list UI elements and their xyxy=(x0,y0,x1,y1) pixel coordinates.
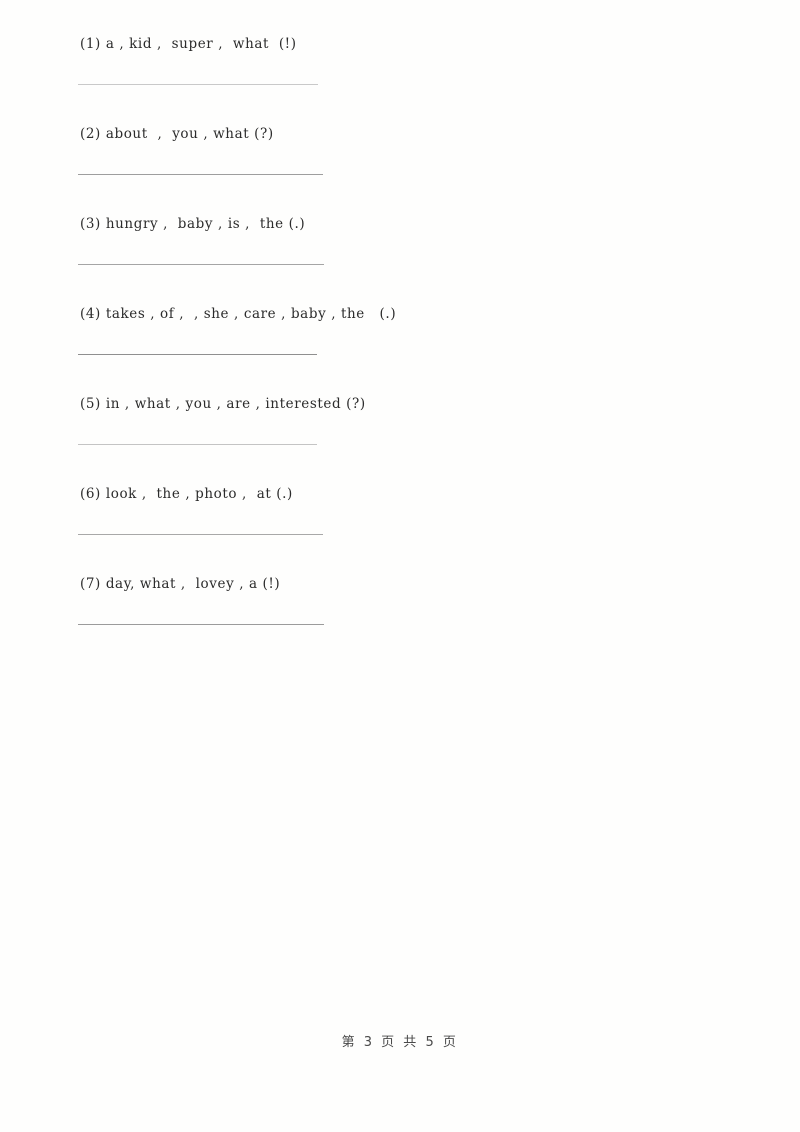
exercise-text-7: (7) day, what , lovey , a (!) xyxy=(80,576,281,592)
answer-line-5[interactable] xyxy=(78,444,317,445)
answer-line-7[interactable] xyxy=(78,624,324,625)
page-footer: 第 3 页 共 5 页 xyxy=(0,1031,800,1051)
exercise-text-6: (6) look , the , photo , at (.) xyxy=(80,486,293,502)
answer-line-6[interactable] xyxy=(78,534,323,535)
exercise-text-1: (1) a , kid , super , what (!) xyxy=(80,36,297,52)
answer-line-4[interactable] xyxy=(78,354,317,355)
exercise-text-2: (2) about , you , what (?) xyxy=(80,126,274,142)
list-item: (2) about , you , what (?) xyxy=(0,124,800,214)
document-page: (1) a , kid , super , what (!) (2) about… xyxy=(0,0,800,1132)
list-item: (4) takes , of , , she , care , baby , t… xyxy=(0,304,800,394)
exercise-text-5: (5) in , what , you , are , interested (… xyxy=(80,396,366,412)
page-number-label: 第 3 页 共 5 页 xyxy=(341,1035,459,1050)
exercise-text-4: (4) takes , of , , she , care , baby , t… xyxy=(80,306,397,322)
list-item: (6) look , the , photo , at (.) xyxy=(0,484,800,574)
list-item: (3) hungry , baby , is , the (.) xyxy=(0,214,800,304)
answer-line-2[interactable] xyxy=(78,174,323,175)
list-item: (5) in , what , you , are , interested (… xyxy=(0,394,800,484)
answer-line-3[interactable] xyxy=(78,264,324,265)
answer-line-1[interactable] xyxy=(78,84,318,85)
list-item: (7) day, what , lovey , a (!) xyxy=(0,574,800,664)
exercise-text-3: (3) hungry , baby , is , the (.) xyxy=(80,216,306,232)
list-item: (1) a , kid , super , what (!) xyxy=(0,34,800,124)
exercise-list: (1) a , kid , super , what (!) (2) about… xyxy=(0,34,800,664)
